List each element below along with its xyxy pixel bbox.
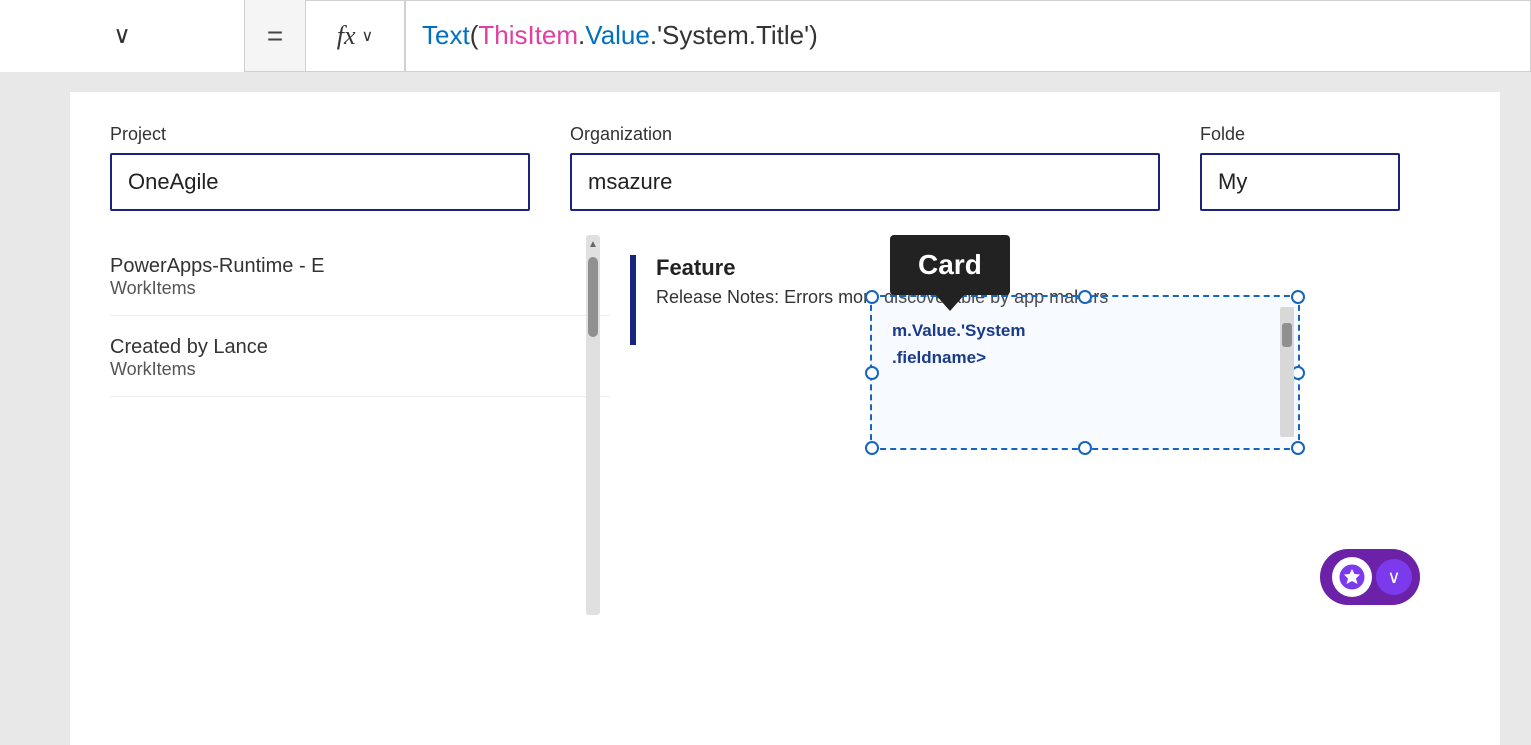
formula-dropdown[interactable]: ∨ [0,0,245,72]
project-input[interactable] [110,153,530,211]
handle-top-right[interactable] [1291,290,1305,304]
card-tooltip: Card [890,235,1010,295]
card-scrollbar[interactable] [1280,307,1294,437]
expr-open-paren: ( [470,20,479,51]
handle-bottom-mid[interactable] [1078,441,1092,455]
formula-bar: ∨ = fx ∨ Text(ThisItem.Value.'System.Tit… [0,0,1531,72]
expr-value: Value [585,20,650,51]
handle-top-left[interactable] [865,290,879,304]
scroll-thumb[interactable] [588,257,598,337]
ai-icon [1332,557,1372,597]
list-item-subtitle: WorkItems [110,278,610,299]
ai-chevron-icon[interactable]: ∨ [1376,559,1412,595]
scroll-up-arrow[interactable]: ▲ [586,235,600,253]
selected-card[interactable]: m.Value.'System .fieldname> [870,295,1300,450]
expr-close-paren: ) [809,20,818,51]
org-input[interactable] [570,153,1160,211]
handle-top-mid[interactable] [1078,290,1092,304]
list-item-title: PowerApps-Runtime - E [110,255,610,278]
feature-bar [630,255,636,345]
handle-mid-left[interactable] [865,366,879,380]
org-label: Organization [570,124,1160,145]
card-scrollbar-thumb [1282,323,1292,347]
right-content: Feature Release Notes: Errors more disco… [610,235,1460,615]
handle-bottom-left[interactable] [865,441,879,455]
card-bubble: Card [890,235,1010,295]
expr-this-item: ThisItem [478,20,578,51]
folder-field-group: Folde [1200,124,1400,211]
card-inner-text: m.Value.'System .fieldname> [892,317,1026,371]
ai-assistant-button[interactable]: ∨ [1320,549,1420,605]
list-item-title: Created by Lance [110,336,610,359]
expr-dot2: . [650,20,657,51]
formula-expression[interactable]: Text(ThisItem.Value.'System.Title') [405,0,1531,72]
content-panel: Project Organization Folde ▲ Powe [70,92,1500,745]
main-area: Project Organization Folde ▲ Powe [0,72,1531,745]
org-field-group: Organization [570,124,1160,211]
list-item[interactable]: PowerApps-Runtime - E WorkItems [110,235,610,316]
expr-func: Text [422,20,470,51]
expr-dot1: . [578,20,585,51]
folder-input[interactable] [1200,153,1400,211]
fields-row: Project Organization Folde [70,92,1500,235]
expr-field: 'System.Title' [657,20,809,51]
feature-title: Feature [656,255,1108,281]
left-scrollbar[interactable]: ▲ [586,235,600,615]
chevron-down-icon: ∨ [113,21,131,50]
list-item[interactable]: Created by Lance WorkItems [110,316,610,397]
list-area: ▲ PowerApps-Runtime - E WorkItems Create… [70,235,1500,615]
fx-chevron-icon: ∨ [362,26,374,46]
list-item-subtitle: WorkItems [110,359,610,380]
equals-sign: = [245,0,305,72]
project-field-group: Project [110,124,530,211]
fx-button[interactable]: fx ∨ [305,0,405,72]
fx-label: fx [337,21,356,51]
left-list: ▲ PowerApps-Runtime - E WorkItems Create… [110,235,610,615]
folder-label: Folde [1200,124,1400,145]
handle-bottom-right[interactable] [1291,441,1305,455]
project-label: Project [110,124,530,145]
